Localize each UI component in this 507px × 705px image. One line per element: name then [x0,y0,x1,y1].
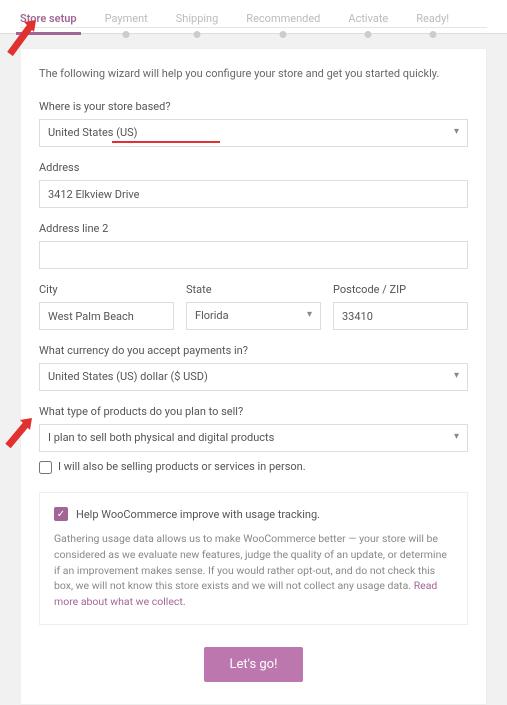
address-input[interactable] [39,180,468,208]
step-ready[interactable]: Ready! [416,12,449,25]
step-recommended[interactable]: Recommended [246,12,320,25]
product-type-label: What type of products do you plan to sel… [39,405,468,418]
address-label: Address [39,161,468,174]
product-type-select[interactable]: I plan to sell both physical and digital… [39,424,468,452]
store-based-label: Where is your store based? [39,100,468,113]
step-activate[interactable]: Activate [348,12,388,25]
step-store-setup[interactable]: Store setup [20,12,77,25]
store-based-select[interactable]: United States (US) [39,119,468,147]
state-label: State [186,283,321,296]
zip-label: Postcode / ZIP [333,283,468,296]
lets-go-button[interactable]: Let's go! [204,647,304,682]
city-input[interactable] [39,302,174,330]
address2-label: Address line 2 [39,222,468,235]
tracking-body: Gathering usage data allows us to make W… [54,531,453,610]
intro-text: The following wizard will help you confi… [39,67,468,80]
step-shipping[interactable]: Shipping [176,12,219,25]
city-label: City [39,283,174,296]
wizard-steps: Store setup Payment Shipping Recommended… [0,0,507,34]
step-line [20,27,487,28]
in-person-checkbox[interactable] [39,461,52,474]
address2-input[interactable] [39,241,468,269]
tracking-title: Help WooCommerce improve with usage trac… [76,508,320,521]
step-payment[interactable]: Payment [105,12,148,25]
tracking-checkbox[interactable]: ✓ [54,507,68,521]
setup-panel: The following wizard will help you confi… [20,48,487,705]
zip-input[interactable] [333,302,468,330]
state-select[interactable]: Florida [186,302,321,330]
currency-label: What currency do you accept payments in? [39,344,468,357]
currency-select[interactable]: United States (US) dollar ($ USD) [39,363,468,391]
in-person-label: I will also be selling products or servi… [58,460,306,473]
tracking-box: ✓ Help WooCommerce improve with usage tr… [39,492,468,625]
